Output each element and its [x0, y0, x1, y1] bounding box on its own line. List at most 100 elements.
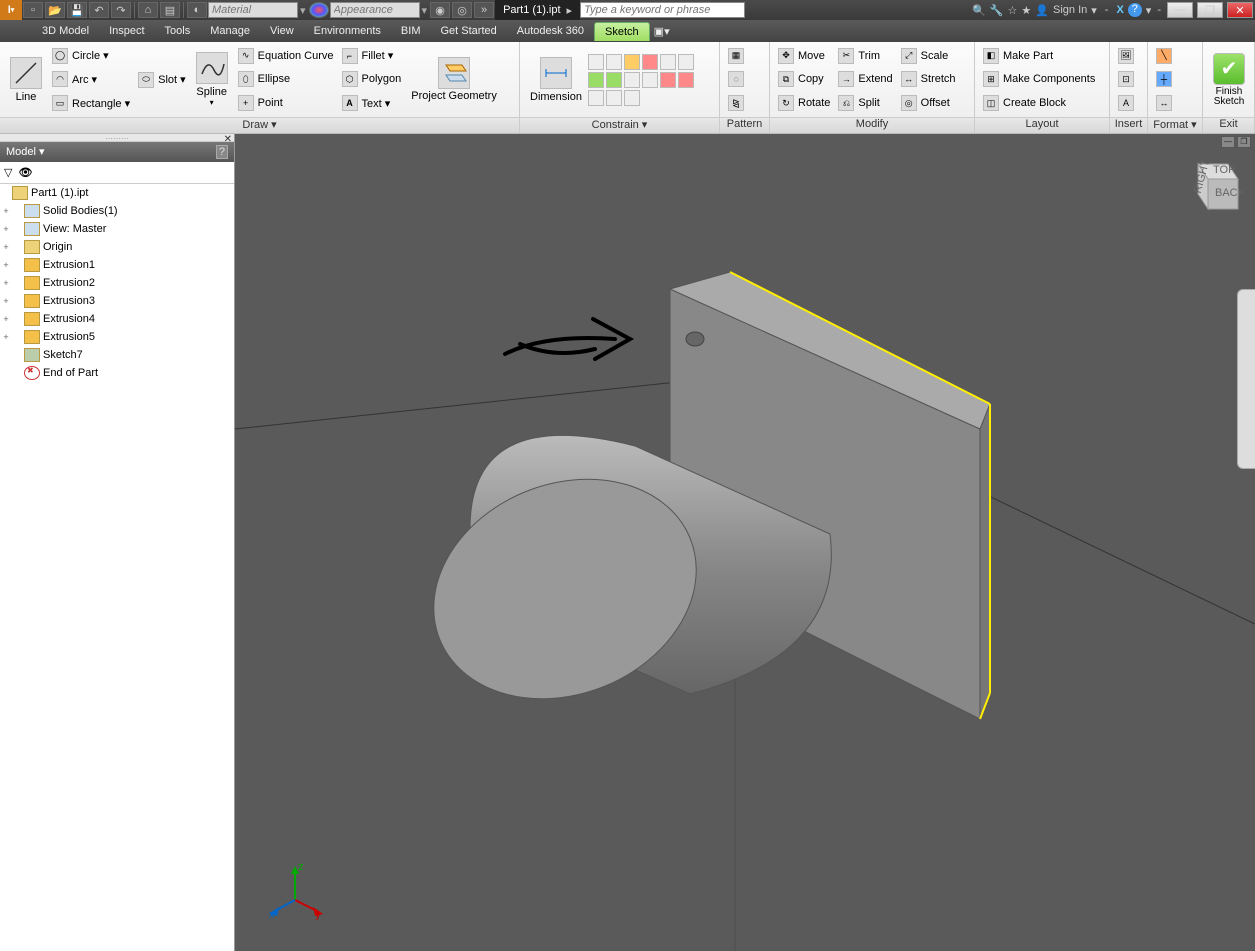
tab-tools[interactable]: Tools — [155, 22, 201, 40]
tree-node[interactable]: +Extrusion2 — [0, 274, 234, 292]
constraint-smooth-icon[interactable] — [642, 72, 658, 88]
viewport-3d[interactable]: — ❐ TOP RIGHT — [235, 134, 1255, 951]
rectangle-button[interactable]: ▭Rectangle ▾ — [48, 92, 134, 114]
infocenter-key-icon[interactable]: 🔧 — [990, 4, 1004, 17]
make-components-button[interactable]: ⊞Make Components — [979, 68, 1099, 90]
exchange-icon[interactable]: X — [1116, 4, 1123, 16]
find-icon[interactable]: 👁 — [18, 166, 32, 179]
text-button[interactable]: AText ▾ — [338, 92, 406, 114]
constraint-tangent-icon[interactable] — [624, 72, 640, 88]
trim-button[interactable]: ✂Trim — [834, 45, 896, 67]
constraint-equal-icon[interactable] — [678, 72, 694, 88]
qat-home-icon[interactable]: ⌂ — [138, 2, 158, 18]
slot-button[interactable]: ⬭Slot ▾ — [134, 69, 190, 91]
split-button[interactable]: ⎌Split — [834, 92, 896, 114]
tab-sketch[interactable]: Sketch — [594, 22, 650, 41]
tab-get-started[interactable]: Get Started — [430, 22, 506, 40]
line-button[interactable]: Line — [4, 44, 48, 115]
create-block-button[interactable]: ◫Create Block — [979, 92, 1099, 114]
construction-button[interactable]: ╲ — [1152, 45, 1176, 67]
offset-button[interactable]: ◎Offset — [897, 92, 960, 114]
scale-button[interactable]: ⤢Scale — [897, 45, 960, 67]
spline-button[interactable]: Spline▾ — [190, 44, 234, 115]
insert-image-button[interactable]: 🖼 — [1114, 45, 1138, 67]
constraint-perpendicular-icon[interactable] — [678, 54, 694, 70]
qat-open-icon[interactable]: 📂 — [45, 2, 65, 18]
tree-node[interactable]: +View: Master — [0, 220, 234, 238]
browser-help-icon[interactable]: ? — [216, 145, 228, 159]
document-tab[interactable]: Part1 (1).ipt▸ — [495, 0, 580, 20]
infocenter-binoculars-icon[interactable]: 🔍 — [972, 4, 986, 17]
window-close-button[interactable]: ✕ — [1227, 2, 1253, 18]
tree-root[interactable]: Part1 (1).ipt — [0, 184, 234, 202]
browser-close-icon[interactable]: ✕ — [224, 134, 232, 145]
circle-button[interactable]: ◯Circle ▾ — [48, 45, 134, 67]
project-geometry-button[interactable]: Project Geometry — [405, 44, 503, 115]
browser-header[interactable]: Model ▾? — [0, 142, 234, 162]
qat-orbit-icon[interactable]: ◉ — [430, 2, 450, 18]
tree-node[interactable]: +Extrusion3 — [0, 292, 234, 310]
tree-node[interactable]: +Extrusion4 — [0, 310, 234, 328]
ellipse-button[interactable]: ⬯Ellipse — [234, 68, 338, 90]
navigation-bar[interactable] — [1237, 289, 1255, 469]
qat-orbit2-icon[interactable]: ◎ — [452, 2, 472, 18]
qat-undo-icon[interactable]: ↶ — [89, 2, 109, 18]
constraint-show-icon[interactable] — [606, 54, 622, 70]
qat-layers-icon[interactable]: ▤ — [160, 2, 180, 18]
signin-label[interactable]: Sign In — [1053, 4, 1087, 16]
rectangular-pattern-button[interactable]: ▦ — [724, 45, 748, 67]
constraint-fix-icon[interactable] — [588, 90, 604, 106]
tab-bim[interactable]: BIM — [391, 22, 431, 40]
appearance-swatch-icon[interactable] — [309, 2, 329, 18]
centerline-button[interactable]: ┼ — [1152, 68, 1176, 90]
infocenter-fav-icon[interactable]: ★ — [1021, 4, 1031, 17]
point-button[interactable]: +Point — [234, 92, 338, 114]
insert-point-button[interactable]: ⊡ — [1114, 68, 1138, 90]
fillet-button[interactable]: ⌐Fillet ▾ — [338, 45, 406, 67]
appearance-dropdown[interactable] — [330, 2, 420, 18]
tab-autodesk-360[interactable]: Autodesk 360 — [507, 22, 594, 40]
signin-user-icon[interactable]: 👤 — [1035, 4, 1049, 17]
infocenter-star-icon[interactable]: ☆ — [1008, 4, 1018, 17]
help-icon[interactable]: ? — [1128, 3, 1142, 17]
tree-node[interactable]: +Extrusion5 — [0, 328, 234, 346]
qat-save-icon[interactable]: 💾 — [67, 2, 87, 18]
equation-curve-button[interactable]: ∿Equation Curve — [234, 45, 338, 67]
qat-expand-icon[interactable]: » — [474, 2, 494, 18]
constraint-parallel-icon[interactable] — [660, 54, 676, 70]
panel-format-label[interactable]: Format ▾ — [1148, 117, 1202, 133]
viewport-restore-button[interactable]: ❐ — [1237, 136, 1251, 148]
view-cube[interactable]: TOP RIGHT BACK — [1183, 154, 1243, 214]
constraint-collinear-icon[interactable] — [606, 90, 622, 106]
constraint-vertical-icon[interactable] — [606, 72, 622, 88]
help-search-input[interactable] — [580, 2, 745, 18]
constraint-coincident-icon[interactable] — [624, 54, 640, 70]
tree-node[interactable]: Sketch7 — [0, 346, 234, 364]
dimension-button[interactable]: Dimension — [524, 44, 588, 115]
constraint-auto-icon[interactable] — [588, 54, 604, 70]
polygon-button[interactable]: ⬡Polygon — [338, 68, 406, 90]
constraint-settings-icon[interactable] — [624, 90, 640, 106]
tree-node[interactable]: End of Part — [0, 364, 234, 382]
tab-manage[interactable]: Manage — [200, 22, 260, 40]
stretch-button[interactable]: ↔Stretch — [897, 68, 960, 90]
app-icon[interactable]: I▾ — [0, 0, 22, 20]
tab-view[interactable]: View — [260, 22, 304, 40]
constraint-symmetric-icon[interactable] — [660, 72, 676, 88]
panel-draw-label[interactable]: Draw ▾ — [0, 117, 519, 133]
material-swatch-icon[interactable]: ◐ — [187, 2, 207, 18]
constraint-concentric-icon[interactable] — [642, 54, 658, 70]
copy-button[interactable]: ⧉Copy — [774, 68, 834, 90]
constraint-horizontal-icon[interactable] — [588, 72, 604, 88]
insert-acad-button[interactable]: A — [1114, 92, 1138, 114]
make-part-button[interactable]: ◧Make Part — [979, 45, 1099, 67]
extend-button[interactable]: →Extend — [834, 68, 896, 90]
mirror-button[interactable]: ⧎ — [724, 92, 748, 114]
arc-button[interactable]: ◠Arc ▾ — [48, 68, 134, 90]
ribbon-collapse-icon[interactable]: ▣▾ — [650, 22, 674, 41]
rotate-button[interactable]: ↻Rotate — [774, 92, 834, 114]
tree-node[interactable]: +Solid Bodies(1) — [0, 202, 234, 220]
material-dropdown[interactable] — [208, 2, 298, 18]
tree-node[interactable]: +Origin — [0, 238, 234, 256]
window-restore-button[interactable]: ❐ — [1197, 2, 1223, 18]
